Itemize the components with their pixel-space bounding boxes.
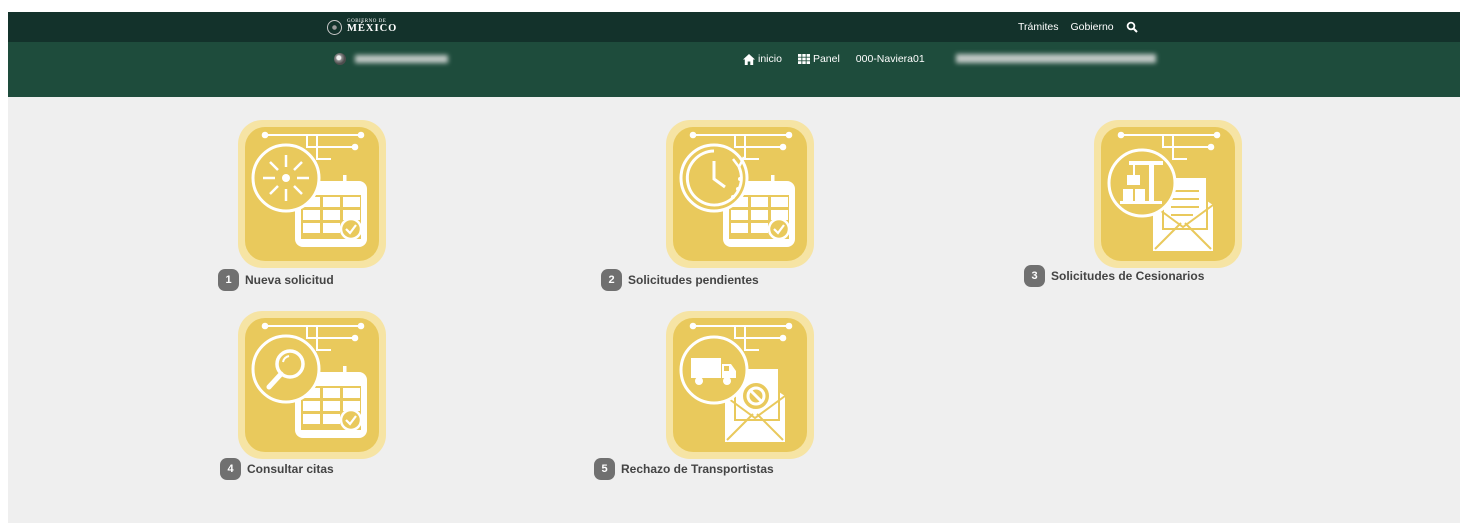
tile-rechazo-transportistas[interactable] bbox=[665, 310, 815, 460]
nav-panel-label: Panel bbox=[812, 53, 840, 65]
nav-panel[interactable]: Panel bbox=[797, 53, 840, 65]
nav-inicio-label: inicio bbox=[758, 53, 782, 65]
truck-reject-mail-icon bbox=[666, 311, 814, 459]
tile-caption-4[interactable]: 4 Consultar citas bbox=[220, 458, 334, 480]
avatar[interactable] bbox=[334, 53, 346, 65]
search-icon[interactable] bbox=[1126, 21, 1138, 33]
logo-big-text: MÉXICO bbox=[347, 23, 398, 35]
pending-clock-calendar-icon bbox=[666, 120, 814, 268]
grid-icon bbox=[797, 54, 810, 64]
step-badge: 3 bbox=[1024, 265, 1045, 287]
home-icon bbox=[743, 53, 755, 65]
new-request-calendar-icon bbox=[238, 120, 386, 268]
breadcrumb-nav: inicio Panel 000-Naviera01 bbox=[743, 50, 941, 68]
tile-label: Nueva solicitud bbox=[245, 273, 334, 287]
step-badge: 2 bbox=[601, 269, 622, 291]
tramites-link[interactable]: Trámites bbox=[1018, 21, 1058, 33]
tile-caption-3[interactable]: 3 Solicitudes de Cesionarios bbox=[1024, 265, 1204, 287]
main-panel: 1 Nueva solicitud 2 Solicitudes pendient… bbox=[8, 97, 1460, 523]
tile-caption-1[interactable]: 1 Nueva solicitud bbox=[218, 269, 334, 291]
tile-label: Solicitudes de Cesionarios bbox=[1051, 269, 1205, 283]
nav-account-label: 000-Naviera01 bbox=[855, 53, 925, 65]
search-calendar-icon bbox=[238, 311, 386, 459]
gobierno-mexico-logo[interactable]: GOBIERNO DE MÉXICO bbox=[327, 18, 397, 36]
top-links: Trámites Gobierno bbox=[1018, 19, 1138, 35]
tile-solicitudes-cesionarios[interactable] bbox=[1093, 119, 1243, 269]
step-badge: 5 bbox=[594, 458, 615, 480]
top-bar: GOBIERNO DE MÉXICO Trámites Gobierno bbox=[8, 12, 1460, 42]
step-badge: 1 bbox=[218, 269, 239, 291]
sub-bar: inicio Panel 000-Naviera01 bbox=[8, 42, 1460, 97]
tile-caption-5[interactable]: 5 Rechazo de Transportistas bbox=[594, 458, 774, 480]
tile-label: Consultar citas bbox=[247, 462, 334, 476]
redacted-agency-name bbox=[956, 54, 1156, 63]
nav-inicio[interactable]: inicio bbox=[743, 53, 782, 65]
assignee-crane-mail-icon bbox=[1094, 120, 1242, 268]
step-badge: 4 bbox=[220, 458, 241, 480]
tile-label: Rechazo de Transportistas bbox=[621, 462, 774, 476]
nav-account[interactable]: 000-Naviera01 bbox=[856, 53, 925, 65]
gov-seal-icon bbox=[327, 19, 342, 35]
tile-nueva-solicitud[interactable] bbox=[237, 119, 387, 269]
tile-caption-2[interactable]: 2 Solicitudes pendientes bbox=[601, 269, 759, 291]
gobierno-link[interactable]: Gobierno bbox=[1070, 21, 1113, 33]
tile-solicitudes-pendientes[interactable] bbox=[665, 119, 815, 269]
tile-consultar-citas[interactable] bbox=[237, 310, 387, 460]
redacted-username bbox=[355, 55, 448, 63]
tile-label: Solicitudes pendientes bbox=[628, 273, 759, 287]
